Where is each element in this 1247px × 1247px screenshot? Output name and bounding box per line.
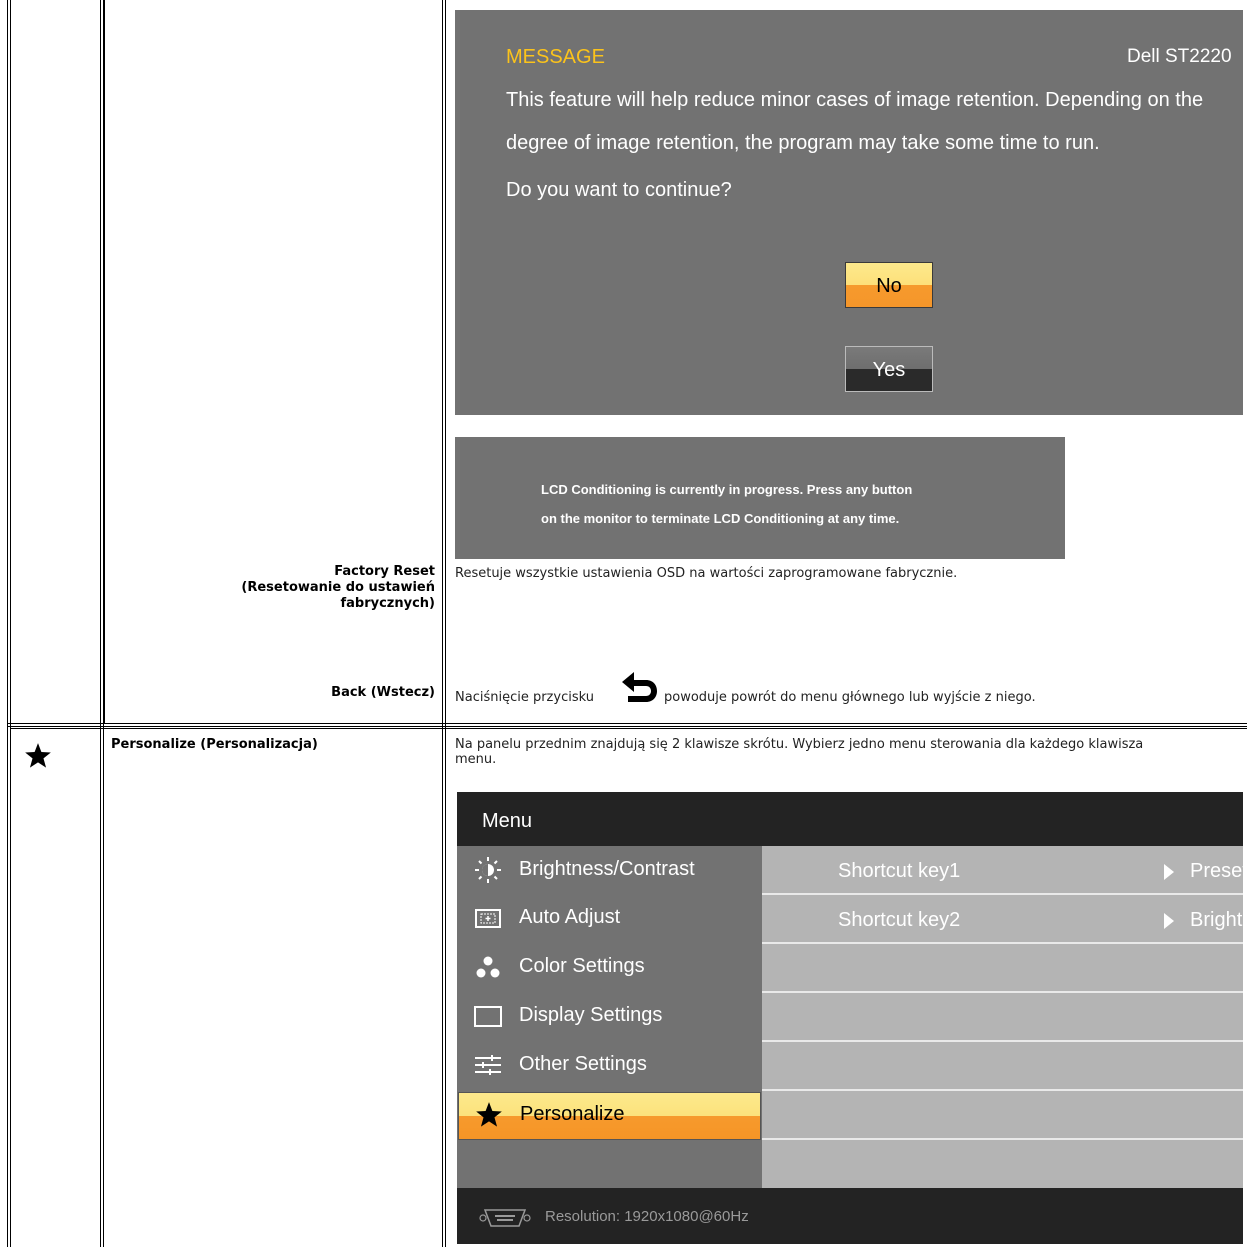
menu-item-label: Display Settings: [519, 1004, 663, 1026]
table-border: [10, 728, 1247, 729]
factory-reset-label-line1: Factory Reset: [334, 564, 435, 579]
factory-reset-label: Factory Reset (Resetowanie do ustawień f…: [241, 564, 435, 612]
shortcut-key1-row[interactable]: Shortcut key1 Preset Modes: [762, 846, 1243, 895]
personalize-description-line1: Na panelu przednim znajdują się 2 klawis…: [455, 737, 1144, 752]
other-settings-icon: [473, 1051, 503, 1079]
resolution-text: Resolution: 1920x1080@60Hz: [545, 1208, 749, 1225]
table-border: [7, 726, 1247, 727]
menu-item-brightness-contrast[interactable]: Brightness/Contrast: [457, 846, 762, 894]
shortcut-key2-label: Shortcut key2: [838, 909, 961, 931]
menu-title: Menu: [482, 810, 533, 832]
menu-item-personalize[interactable]: Personalize: [458, 1092, 761, 1140]
factory-reset-label-line3: fabrycznych): [340, 596, 435, 611]
table-border: [10, 0, 11, 1247]
table-border: [445, 0, 446, 1247]
menu-item-color-settings[interactable]: Color Settings: [457, 943, 762, 991]
dialog-model: Dell ST2220: [1127, 46, 1232, 67]
yes-button[interactable]: Yes: [845, 346, 933, 392]
menu-item-auto-adjust[interactable]: Auto Adjust: [457, 894, 762, 942]
dialog-heading: MESSAGE: [506, 46, 605, 68]
menu-item-label: Other Settings: [519, 1053, 647, 1075]
table-border: [7, 723, 1247, 724]
color-settings-icon: [473, 953, 503, 981]
dialog-text-line3: Do you want to continue?: [506, 179, 732, 201]
back-arrow-icon: [620, 668, 660, 704]
no-button[interactable]: No: [845, 262, 933, 308]
star-icon: [474, 1101, 504, 1129]
personalize-description: Na panelu przednim znajdują się 2 klawis…: [455, 737, 1243, 767]
empty-row: [762, 944, 1243, 993]
menu-left-pane: Brightness/Contrast Auto Adjust Color Se…: [457, 846, 762, 1188]
osd-menu: Menu Brightness/Contrast Auto Adjust Col…: [457, 792, 1243, 1244]
vga-connector-icon: [479, 1206, 531, 1230]
empty-row: [762, 993, 1243, 1042]
conditioning-text-line1: LCD Conditioning is currently in progres…: [541, 482, 913, 497]
image-retention-dialog: MESSAGE Dell ST2220 This feature will he…: [455, 10, 1243, 415]
factory-reset-label-line2: (Resetowanie do ustawień: [241, 580, 435, 595]
menu-item-display-settings[interactable]: Display Settings: [457, 992, 762, 1040]
empty-row: [762, 1042, 1243, 1091]
menu-item-label: Personalize: [520, 1103, 625, 1125]
back-description-end: powoduje powrót do menu głównego lub wyj…: [664, 690, 1036, 705]
table-border: [7, 0, 8, 1247]
star-icon: [24, 742, 52, 770]
shortcut-key1-label: Shortcut key1: [838, 860, 961, 882]
display-settings-icon: [473, 1002, 503, 1030]
brightness-icon: [473, 856, 503, 884]
menu-item-label: Brightness/Contrast: [519, 858, 695, 880]
triangle-right-icon: [1164, 913, 1174, 929]
factory-reset-description: Resetuje wszystkie ustawienia OSD na war…: [455, 566, 958, 581]
dialog-text-line1: This feature will help reduce minor case…: [506, 89, 1204, 111]
personalize-label: Personalize (Personalizacja): [111, 737, 318, 752]
shortcut-key2-row[interactable]: Shortcut key2 Brightness/Contrast: [762, 895, 1243, 944]
triangle-right-icon: [1164, 864, 1174, 880]
menu-item-label: Auto Adjust: [519, 906, 621, 928]
conditioning-text-line2: on the monitor to terminate LCD Conditio…: [541, 511, 900, 526]
back-description-start: Naciśnięcie przycisku: [455, 690, 594, 705]
shortcut-key2-value: Brightness/Contrast: [1190, 909, 1243, 931]
menu-item-other-settings[interactable]: Other Settings: [457, 1041, 762, 1089]
empty-row: [762, 1091, 1243, 1140]
auto-adjust-icon: [473, 904, 503, 932]
table-border: [442, 0, 443, 1247]
back-label: Back (Wstecz): [331, 685, 435, 700]
lcd-conditioning-box: LCD Conditioning is currently in progres…: [455, 437, 1065, 559]
table-border: [100, 0, 101, 1247]
table-border: [104, 0, 105, 723]
menu-item-label: Color Settings: [519, 955, 645, 977]
menu-right-pane: Shortcut key1 Preset Modes Shortcut key2…: [762, 846, 1243, 1188]
dialog-text-line2: degree of image retention, the program m…: [506, 132, 1100, 154]
shortcut-key1-value: Preset Modes: [1190, 860, 1243, 882]
personalize-description-line2: menu.: [455, 752, 497, 767]
